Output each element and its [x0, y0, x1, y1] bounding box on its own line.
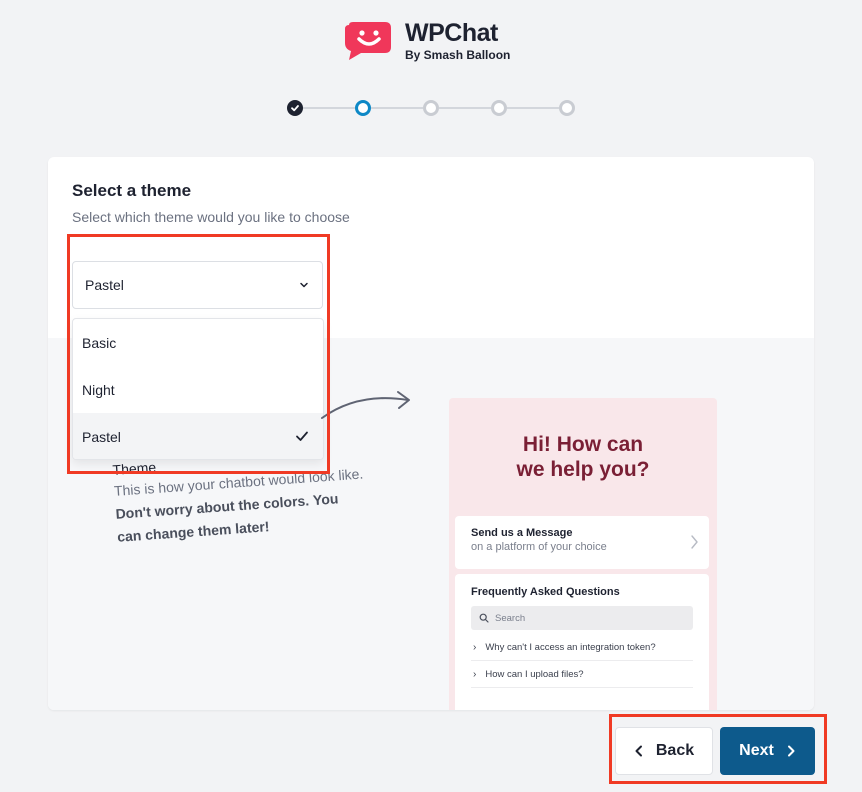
faq-title: Frequently Asked Questions [471, 586, 620, 598]
search-icon [479, 613, 489, 623]
theme-select[interactable]: Pastel [72, 261, 323, 309]
theme-option-night[interactable]: Night [73, 366, 323, 413]
preview-greeting: Hi! How can we help you? [516, 433, 650, 481]
step-4 [491, 100, 507, 116]
send-message-subtitle: on a platform of your choice [471, 541, 607, 553]
back-button[interactable]: Back [615, 727, 713, 775]
chevron-right-icon [691, 535, 698, 549]
checkmark-icon [296, 431, 308, 441]
faq-search-placeholder: Search [495, 612, 526, 624]
theme-note: Theme This is how your chatbot would loo… [112, 445, 367, 549]
checkmark-icon [291, 105, 299, 112]
card-subtitle: Select which theme would you like to cho… [72, 209, 350, 225]
next-button-label: Next [739, 742, 774, 759]
theme-select-value: Pastel [85, 277, 124, 293]
step-1-complete [287, 100, 303, 116]
brand-tagline: By Smash Balloon [405, 48, 511, 62]
faq-card: Frequently Asked Questions Search › Why … [455, 574, 709, 710]
theme-option-pastel[interactable]: Pastel [73, 413, 323, 459]
chevron-right-icon: › [473, 668, 477, 680]
send-message-title: Send us a Message [471, 527, 573, 539]
step-3 [423, 100, 439, 116]
faq-item: › Why can't I access an integration toke… [471, 634, 693, 661]
step-5 [559, 100, 575, 116]
next-button[interactable]: Next [720, 727, 815, 775]
brand-name: WPChat [405, 19, 498, 47]
back-button-label: Back [655, 742, 695, 759]
curved-arrow-icon [321, 391, 410, 419]
chevron-down-icon [300, 282, 308, 288]
send-message-card: Send us a Message on a platform of your … [455, 516, 709, 569]
brand-logo: WPChat By Smash Balloon [343, 20, 510, 62]
chevron-right-icon [787, 745, 795, 757]
step-connector [303, 107, 355, 109]
progress-stepper [287, 100, 575, 116]
chat-widget-preview: Hi! How can we help you? Send us a Messa… [449, 398, 717, 710]
chat-bubble-logo-icon [343, 21, 395, 61]
theme-option-basic[interactable]: Basic [73, 319, 323, 366]
chevron-left-icon [635, 745, 642, 757]
step-connector [371, 107, 423, 109]
card-title: Select a theme [72, 181, 192, 200]
faq-item: › How can I upload files? [471, 661, 693, 688]
theme-dropdown-list: Basic Night Pastel [72, 318, 324, 460]
chevron-right-icon: › [473, 641, 477, 653]
step-connector [507, 107, 559, 109]
step-connector [439, 107, 491, 109]
step-2-current [355, 100, 371, 116]
faq-search-input: Search [471, 606, 693, 630]
